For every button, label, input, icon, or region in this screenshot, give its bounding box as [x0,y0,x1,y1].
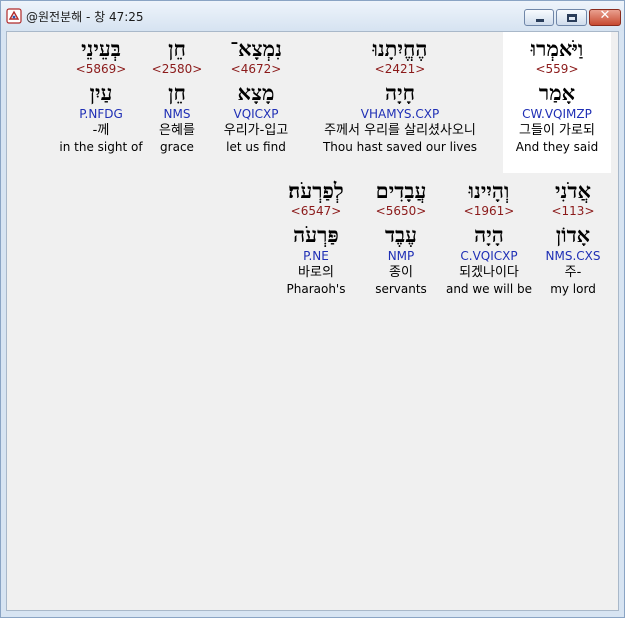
strong-number: <1961> [463,204,515,218]
english-gloss: And they said [515,140,599,154]
morphology-code: C.VQICXP [460,249,518,263]
hebrew-lemma: אָדוֹן [555,222,591,247]
hebrew-word: וְהָיִינוּ [468,178,510,203]
strong-number: <2421> [374,62,426,76]
morphology-code: NMS.CXS [545,249,601,263]
morphology-code: NMS [163,107,191,121]
morphology-code: CW.VQIMZP [522,107,592,121]
word-cell[interactable]: לְפַרְעֹה׃ <6547> פַּרְעֹה P.NE 바로의 Phar… [273,178,359,297]
korean-gloss: 되겠나이다 [459,265,519,280]
app-window: @원전분해 - 창 47:25 ✕ וַיֹּאמְרוּ <559> אָמַ… [0,0,625,618]
korean-gloss: 그들이 가로되 [519,123,595,138]
hebrew-lemma: חָיָה [384,80,415,105]
morphology-code: NMP [387,249,415,263]
hebrew-lemma: פַּרְעֹה [293,222,339,247]
word-cell[interactable]: וַיֹּאמְרוּ <559> אָמַר CW.VQIMZP 그들이 가로… [503,32,611,173]
minimize-icon [536,19,544,22]
hebrew-lemma: עֶבֶד [384,222,418,247]
english-gloss: servants [375,282,427,296]
english-gloss: and we will be [445,282,533,296]
english-gloss: Thou hast saved our lives [322,140,478,154]
english-gloss: in the sight of [59,140,143,154]
word-cell[interactable]: עֲבָדִים <5650> עֶבֶד NMP 종이 servants [363,178,439,297]
close-button[interactable]: ✕ [589,8,621,26]
english-gloss: Pharaoh's [286,282,346,296]
hebrew-lemma: אָמַר [538,80,576,105]
word-cell[interactable]: בְּעֵינֵי <5869> עַיִן P.NFDG -께 in the … [53,36,149,155]
window-title: @원전분해 - 창 47:25 [26,10,144,24]
hebrew-lemma: חֵן [168,80,186,105]
english-gloss: grace [160,140,194,154]
minimize-button[interactable] [524,9,554,26]
word-cell[interactable]: חֵן <2580> חֵן NMS 은혜를 grace [147,36,207,155]
close-icon: ✕ [599,8,611,23]
hebrew-word: חֵן [168,36,186,61]
hebrew-lemma: עַיִן [89,80,113,105]
strong-number: <6547> [290,204,342,218]
hebrew-word: לְפַרְעֹה׃ [288,178,344,203]
title-bar[interactable]: @원전분해 - 창 47:25 ✕ [1,1,624,31]
english-gloss: let us find [226,140,286,154]
maximize-icon [567,14,577,22]
hebrew-word: בְּעֵינֵי [81,36,121,61]
hebrew-word: עֲבָדִים [375,178,427,203]
korean-gloss: 주께서 우리를 살리셨사오니 [324,123,476,138]
hebrew-word: הֶחֱיִתָנוּ [372,36,428,61]
strong-number: <5650> [375,204,427,218]
hebrew-lemma: הָיָה [474,222,504,247]
app-icon[interactable] [6,8,22,24]
morphology-code: VQICXP [233,107,279,121]
korean-gloss: 은혜를 [159,123,195,138]
strong-number: <4672> [230,62,282,76]
morphology-code: P.NE [303,249,329,263]
hebrew-word: נִמְצָא־ [230,36,282,61]
word-cell[interactable]: וְהָיִינוּ <1961> הָיָה C.VQICXP 되겠나이다 a… [445,178,533,297]
korean-gloss: 주- [564,265,582,280]
word-cell[interactable]: נִמְצָא־ <4672> מָצָא VQICXP 우리가-입고 let … [213,36,299,155]
interlinear-panel[interactable]: וַיֹּאמְרוּ <559> אָמַר CW.VQIMZP 그들이 가로… [6,31,619,611]
word-cell[interactable]: אֲדֹנִי <113> אָדוֹן NMS.CXS 주- my lord [535,178,611,297]
korean-gloss: 바로의 [298,265,334,280]
morphology-code: P.NFDG [79,107,123,121]
strong-number: <5869> [75,62,127,76]
korean-gloss: 우리가-입고 [223,123,289,138]
korean-gloss: 종이 [389,265,413,280]
strong-number: <2580> [151,62,203,76]
morphology-code: VHAMYS.CXP [360,107,440,121]
korean-gloss: -께 [92,123,110,138]
english-gloss: my lord [550,282,596,296]
hebrew-word: וַיֹּאמְרוּ [530,36,584,61]
strong-number: <113> [551,204,595,218]
maximize-button[interactable] [556,9,587,26]
window-bottom-border [1,611,624,617]
hebrew-word: אֲדֹנִי [555,178,591,203]
hebrew-lemma: מָצָא [237,80,275,105]
word-cell[interactable]: הֶחֱיִתָנוּ <2421> חָיָה VHAMYS.CXP 주께서 … [305,36,495,155]
strong-number: <559> [535,62,579,76]
